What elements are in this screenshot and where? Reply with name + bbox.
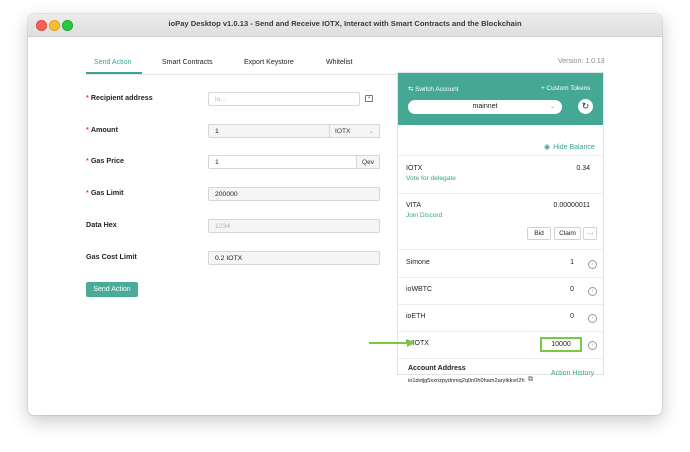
eye-icon: ◉ (544, 144, 551, 151)
amount-unit-select[interactable]: IOTX ⌄ (329, 124, 380, 138)
token-name-iowbtc: ioWBTC (406, 286, 433, 293)
account-address-label: Account Address (408, 365, 466, 372)
refresh-icon[interactable]: ↻ (578, 99, 593, 114)
switch-account-button[interactable]: ⇆ Switch Account (408, 85, 458, 93)
divider (398, 304, 603, 305)
action-history-link[interactable]: Action History (551, 370, 594, 377)
copy-icon[interactable]: ⧉ (528, 376, 533, 384)
data-hex-label: Data Hex (86, 220, 117, 229)
tab-smart-contracts[interactable]: Smart Contracts (162, 59, 213, 66)
token-name-simone: Simone (406, 259, 430, 266)
tab-whitelist[interactable]: Whitelist (326, 59, 352, 66)
divider (398, 249, 603, 250)
token-info-icon[interactable]: › (588, 314, 597, 323)
tab-bar: Send Action Smart Contracts Export Keyst… (86, 54, 408, 75)
data-hex-input[interactable]: 1234 (208, 219, 380, 233)
divider (398, 331, 603, 332)
amount-input[interactable]: 1 (208, 124, 330, 138)
gas-price-unit: Qev (356, 155, 380, 169)
wiotx-balance-highlight: 10000 (540, 337, 582, 352)
iowbtc-balance: 0 (570, 286, 574, 293)
vita-balance: 0.00000011 (553, 202, 590, 209)
version-label: Version: 1.0.13 (558, 58, 605, 65)
token-name-vita: VITA (406, 202, 422, 209)
ioeth-balance: 0 (570, 313, 574, 320)
custom-tokens-button[interactable]: + Custom Tokens (541, 85, 590, 92)
address-book-icon[interactable]: ▪ (365, 95, 373, 102)
title-bar: ioPay Desktop v1.0.13 - Send and Receive… (28, 14, 662, 37)
bid-button[interactable]: Bid (527, 227, 551, 240)
recipient-label: * Recipient address (86, 93, 153, 102)
recipient-input[interactable]: io... (208, 92, 360, 106)
gas-limit-label: * Gas Limit (86, 188, 124, 197)
claim-button[interactable]: Claim (554, 227, 581, 240)
token-info-icon[interactable]: › (588, 341, 597, 350)
vote-for-delegate-link[interactable]: Vote for delegate (406, 175, 456, 182)
gas-cost-limit-label: Gas Cost Limit (86, 252, 137, 261)
divider (398, 358, 603, 359)
amount-label: * Amount (86, 125, 118, 134)
account-address: io1dvtjg5xxnzpydnmq2q0n0h0ham2arytkkvrl2… (408, 378, 525, 384)
send-action-button[interactable]: Send Action (86, 282, 138, 297)
active-tab-indicator (86, 72, 142, 74)
token-info-icon[interactable]: › (588, 260, 597, 269)
simone-balance: 1 (570, 259, 574, 266)
divider (398, 193, 603, 194)
gas-price-label: * Gas Price (86, 156, 124, 165)
token-name-iotx: IOTX (406, 165, 423, 172)
network-select[interactable]: mainnet ⌄ (408, 100, 562, 114)
tab-send-action[interactable]: Send Action (94, 59, 131, 66)
gas-cost-limit-value: 0.2 IOTX (208, 251, 380, 265)
chevron-down-icon: ⌄ (368, 129, 374, 135)
gas-price-input[interactable]: 1 (208, 155, 357, 169)
join-discord-link[interactable]: Join Discord (406, 212, 442, 219)
iotx-balance: 0.34 (576, 165, 590, 172)
token-name-ioeth: ioETH (406, 313, 426, 320)
arrow-icon (369, 339, 415, 347)
gas-limit-input[interactable]: 200000 (208, 187, 380, 201)
token-info-icon[interactable]: › (588, 287, 597, 296)
divider (398, 277, 603, 278)
switch-icon: ⇆ (408, 86, 414, 93)
hide-balance-toggle[interactable]: ◉ Hide Balance (544, 143, 595, 151)
app-window: ioPay Desktop v1.0.13 - Send and Receive… (28, 14, 662, 415)
wallet-panel: ⇆ Switch Account + Custom Tokens mainnet… (397, 72, 604, 384)
more-button[interactable]: ··· (583, 227, 597, 240)
divider (398, 155, 603, 156)
wallet-header: ⇆ Switch Account + Custom Tokens mainnet… (398, 73, 603, 125)
tab-export-keystore[interactable]: Export Keystore (244, 59, 294, 66)
chevron-down-icon: ⌄ (549, 104, 555, 110)
window-title: ioPay Desktop v1.0.13 - Send and Receive… (168, 19, 522, 28)
